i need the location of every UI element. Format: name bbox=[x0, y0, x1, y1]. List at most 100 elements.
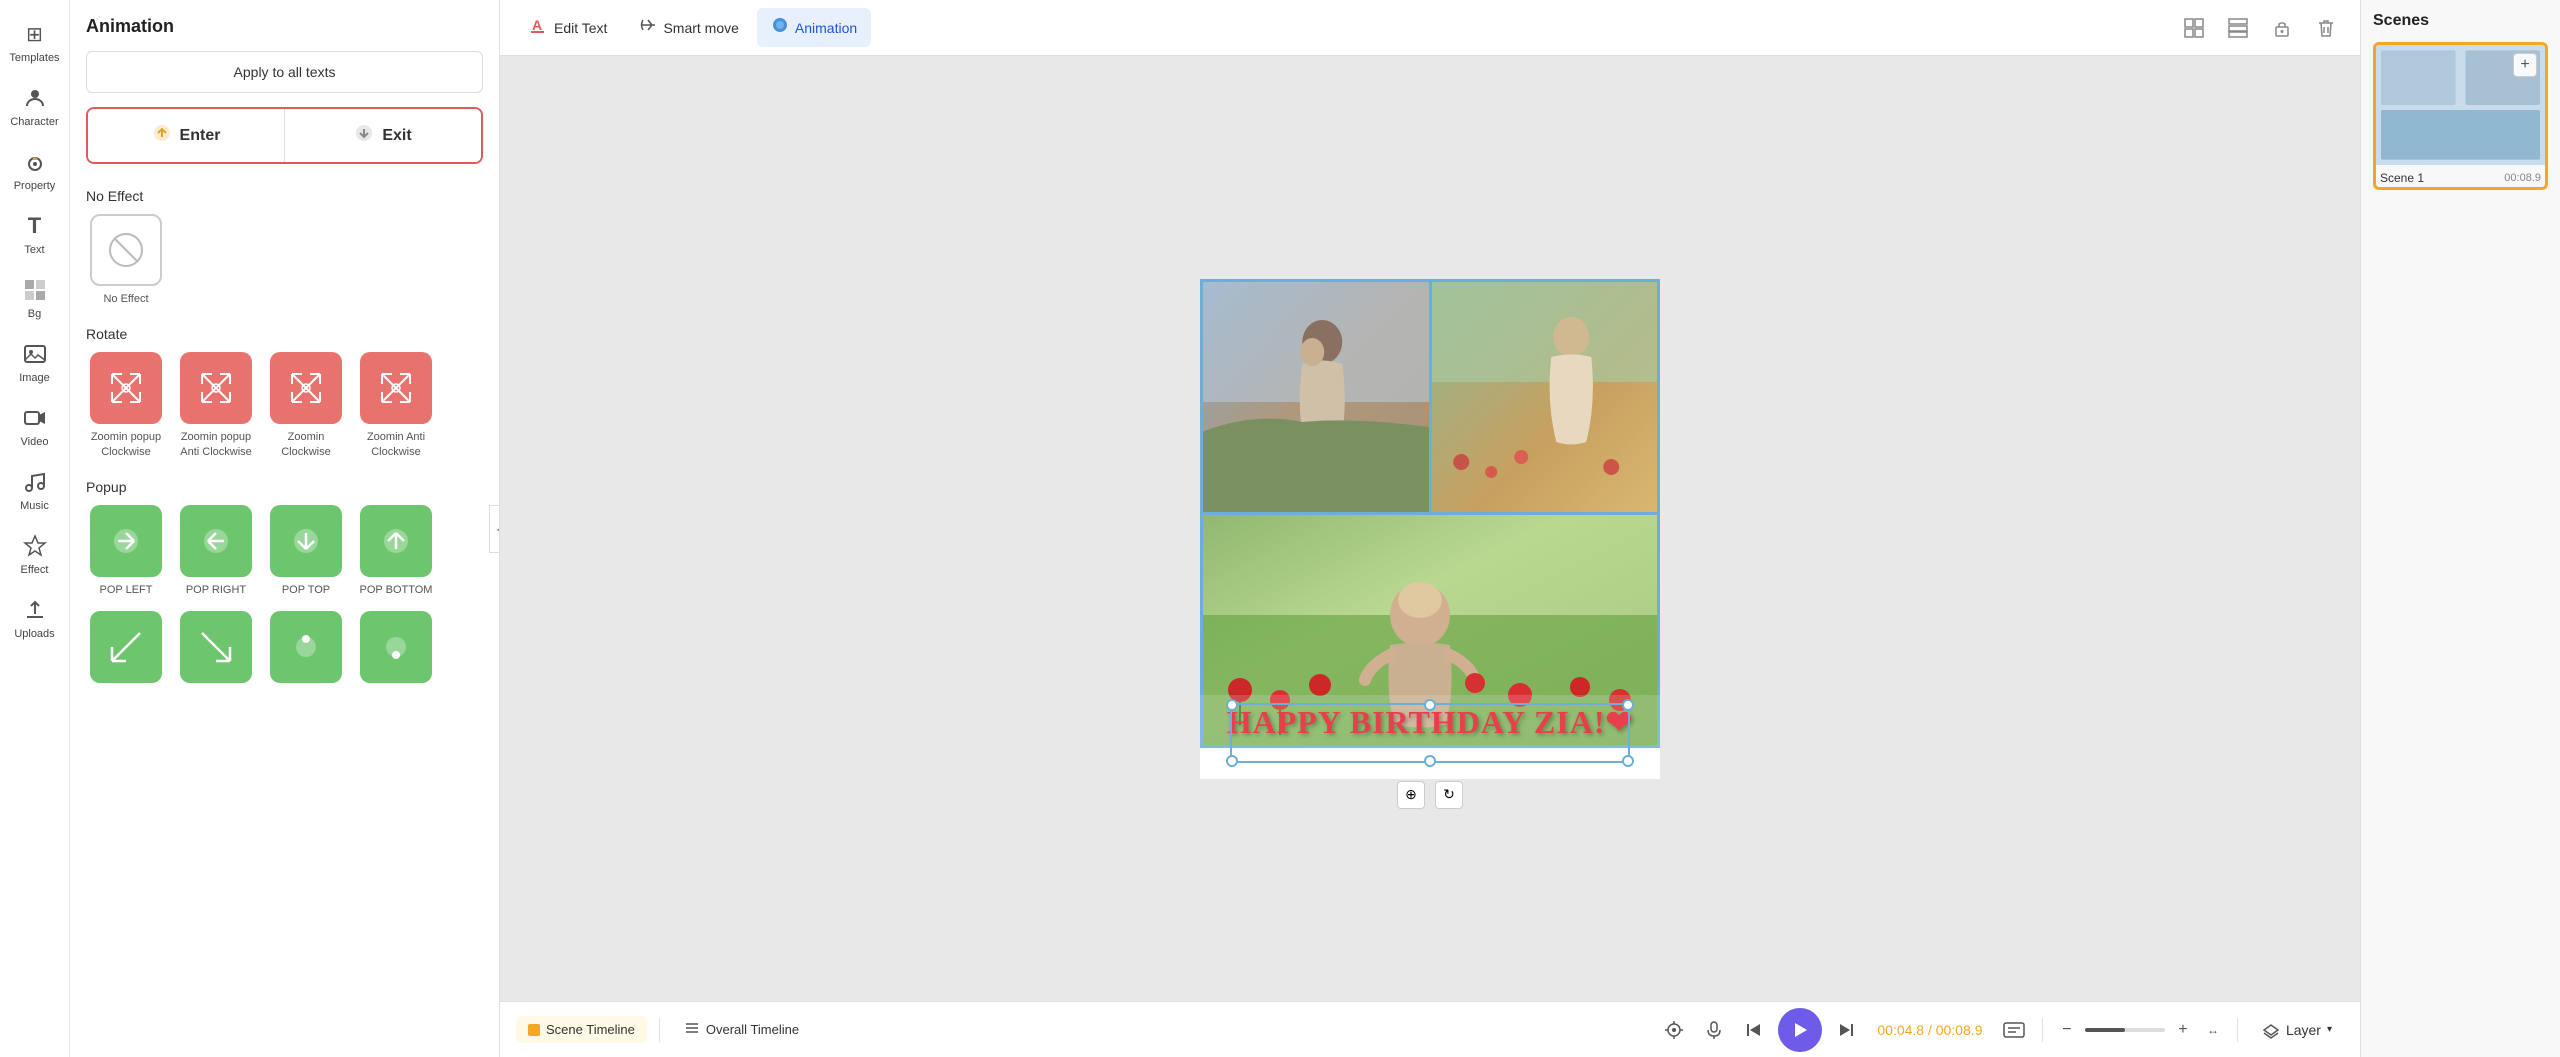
scene-timeline-tab[interactable]: Scene Timeline bbox=[516, 1016, 647, 1043]
more-icon-0 bbox=[90, 611, 162, 683]
no-effect-item[interactable]: No Effect bbox=[86, 214, 166, 306]
exit-tab[interactable]: Exit bbox=[285, 109, 481, 162]
rotate-label-1: Zoomin popup Anti Clockwise bbox=[176, 430, 256, 459]
handle-br bbox=[1622, 755, 1634, 767]
no-effect-icon-box bbox=[90, 214, 162, 286]
more-item-1[interactable] bbox=[176, 611, 256, 683]
popup-label-3: POP BOTTOM bbox=[360, 583, 433, 597]
more-item-3[interactable] bbox=[356, 611, 436, 683]
scene-timeline-label: Scene Timeline bbox=[546, 1022, 635, 1037]
bg-icon bbox=[21, 276, 49, 304]
scenes-title: Scenes bbox=[2373, 12, 2548, 30]
sidebar-item-label-music: Music bbox=[20, 500, 49, 512]
sidebar-item-video[interactable]: Video bbox=[0, 394, 69, 458]
sidebar-item-label-video: Video bbox=[21, 436, 49, 448]
move-button[interactable]: ⊕ bbox=[1397, 781, 1425, 809]
sidebar-item-label-image: Image bbox=[19, 372, 50, 384]
sidebar-item-label-property: Property bbox=[14, 180, 56, 192]
popup-icon-0 bbox=[90, 505, 162, 577]
collapse-panel-button[interactable]: ◀ bbox=[489, 505, 500, 553]
overall-timeline-icon bbox=[684, 1020, 700, 1039]
time-display: 00:04.8 / 00:08.9 bbox=[1870, 1022, 1990, 1038]
apply-all-button[interactable]: Apply to all texts bbox=[86, 51, 483, 93]
more-icon-1 bbox=[180, 611, 252, 683]
sidebar-item-effect[interactable]: Effect bbox=[0, 522, 69, 586]
rotate-icon-2 bbox=[270, 352, 342, 424]
sidebar-item-image[interactable]: Image bbox=[0, 330, 69, 394]
timeline-controls: 00:04.8 / 00:08.9 − bbox=[1658, 1008, 2344, 1052]
templates-icon: ⊞ bbox=[21, 20, 49, 48]
animation-button[interactable]: Animation bbox=[757, 8, 871, 47]
more-effects-grid bbox=[86, 611, 483, 683]
sidebar-item-label-templates: Templates bbox=[9, 52, 59, 64]
rotate-icon-3 bbox=[360, 352, 432, 424]
edit-text-label: Edit Text bbox=[554, 20, 607, 36]
animation-label: Animation bbox=[795, 20, 857, 36]
sidebar-item-uploads[interactable]: Uploads bbox=[0, 586, 69, 650]
overall-timeline-label: Overall Timeline bbox=[706, 1022, 799, 1037]
popup-grid: POP LEFT POP RIGHT POP T bbox=[86, 505, 483, 597]
image-icon bbox=[21, 340, 49, 368]
more-item-0[interactable] bbox=[86, 611, 166, 683]
rotate-item-2[interactable]: Zoomin Clockwise bbox=[266, 352, 346, 459]
popup-item-0[interactable]: POP LEFT bbox=[86, 505, 166, 597]
rotate-icon-0 bbox=[90, 352, 162, 424]
zoom-in-button[interactable]: + bbox=[2171, 1018, 2195, 1042]
popup-item-2[interactable]: POP TOP bbox=[266, 505, 346, 597]
scene-card-0: Scene 1 00:08.9 + bbox=[2373, 42, 2548, 190]
layer-button[interactable]: Layer ▾ bbox=[2250, 1015, 2344, 1045]
popup-label-1: POP RIGHT bbox=[186, 583, 246, 597]
animation-icon bbox=[771, 16, 789, 39]
bottom-bar: Scene Timeline Overall Timeline bbox=[500, 1001, 2360, 1057]
handle-bm bbox=[1424, 755, 1436, 767]
enter-tab[interactable]: Enter bbox=[88, 109, 285, 162]
more-icon-3 bbox=[360, 611, 432, 683]
skip-back-button[interactable] bbox=[1738, 1014, 1770, 1046]
sidebar-item-templates[interactable]: ⊞ Templates bbox=[0, 10, 69, 74]
rotate-item-3[interactable]: Zoomin Anti Clockwise bbox=[356, 352, 436, 459]
no-effect-grid: No Effect bbox=[86, 214, 483, 306]
rotate-transform-button[interactable]: ↻ bbox=[1435, 781, 1463, 809]
grid-button[interactable] bbox=[2176, 10, 2212, 46]
focus-button[interactable] bbox=[1658, 1014, 1690, 1046]
tab-divider bbox=[659, 1018, 660, 1042]
captions-button[interactable] bbox=[1998, 1014, 2030, 1046]
play-button[interactable] bbox=[1778, 1008, 1822, 1052]
current-time: 00:04.8 bbox=[1877, 1022, 1924, 1038]
popup-item-3[interactable]: POP BOTTOM bbox=[356, 505, 436, 597]
more-item-2[interactable] bbox=[266, 611, 346, 683]
delete-button[interactable] bbox=[2308, 10, 2344, 46]
mic-button[interactable] bbox=[1698, 1014, 1730, 1046]
popup-label-0: POP LEFT bbox=[100, 583, 153, 597]
scene-timeline-dot bbox=[528, 1024, 540, 1036]
edit-text-button[interactable]: A Edit Text bbox=[516, 8, 621, 47]
sidebar-item-text[interactable]: T Text bbox=[0, 202, 69, 266]
sidebar-item-character[interactable]: Character bbox=[0, 74, 69, 138]
sidebar-item-bg[interactable]: Bg bbox=[0, 266, 69, 330]
rotate-label-3: Zoomin Anti Clockwise bbox=[356, 430, 436, 459]
animation-panel: Animation Apply to all texts Enter bbox=[70, 0, 500, 1057]
add-scene-button[interactable]: + bbox=[2513, 53, 2537, 77]
sidebar-item-music[interactable]: Music bbox=[0, 458, 69, 522]
smart-move-button[interactable]: Smart move bbox=[625, 8, 752, 47]
controls-divider bbox=[2042, 1018, 2043, 1042]
sidebar-item-property[interactable]: Property bbox=[0, 138, 69, 202]
zoom-slider[interactable] bbox=[2085, 1028, 2165, 1032]
zoom-reset-button[interactable]: ↔ bbox=[2201, 1018, 2225, 1042]
popup-item-1[interactable]: POP RIGHT bbox=[176, 505, 256, 597]
toolbar-right bbox=[2176, 10, 2344, 46]
icon-sidebar: ⊞ Templates Character Property bbox=[0, 0, 70, 1057]
lock-button[interactable] bbox=[2264, 10, 2300, 46]
zoom-slider-fill bbox=[2085, 1028, 2125, 1032]
no-effect-label: No Effect bbox=[103, 292, 148, 306]
popup-label-2: POP TOP bbox=[282, 583, 330, 597]
rotate-item-1[interactable]: Zoomin popup Anti Clockwise bbox=[176, 352, 256, 459]
rotate-item-0[interactable]: Zoomin popup Clockwise bbox=[86, 352, 166, 459]
overall-timeline-tab[interactable]: Overall Timeline bbox=[672, 1014, 811, 1045]
zoom-out-button[interactable]: − bbox=[2055, 1018, 2079, 1042]
skip-forward-button[interactable] bbox=[1830, 1014, 1862, 1046]
sidebar-item-label-character: Character bbox=[10, 116, 58, 128]
birthday-text-overlay[interactable]: HAPPY BIRTHDAY ZIA!❤ bbox=[1200, 695, 1660, 749]
layout-button[interactable] bbox=[2220, 10, 2256, 46]
property-icon bbox=[21, 148, 49, 176]
